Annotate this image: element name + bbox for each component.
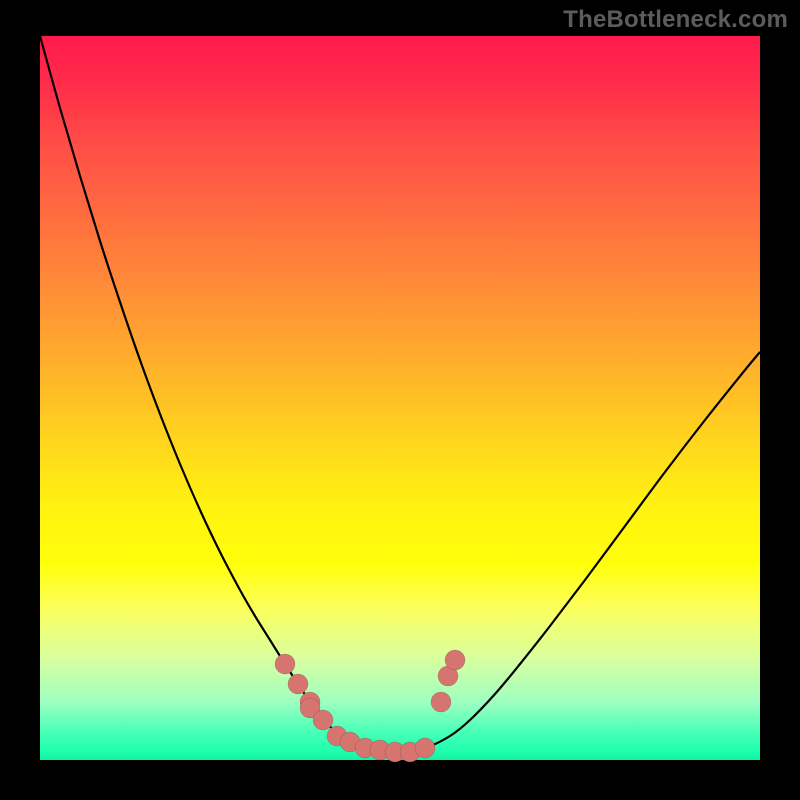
highlight-markers [275, 650, 465, 762]
marker-dot [431, 692, 451, 712]
marker-dot [288, 674, 308, 694]
bottleneck-curve [40, 36, 760, 752]
marker-dot [313, 710, 333, 730]
chart-frame: TheBottleneck.com [0, 0, 800, 800]
marker-dot [275, 654, 295, 674]
curve-layer [40, 36, 760, 760]
watermark-text: TheBottleneck.com [563, 6, 788, 34]
marker-dot [415, 738, 435, 758]
plot-area [40, 36, 760, 760]
marker-dot [445, 650, 465, 670]
